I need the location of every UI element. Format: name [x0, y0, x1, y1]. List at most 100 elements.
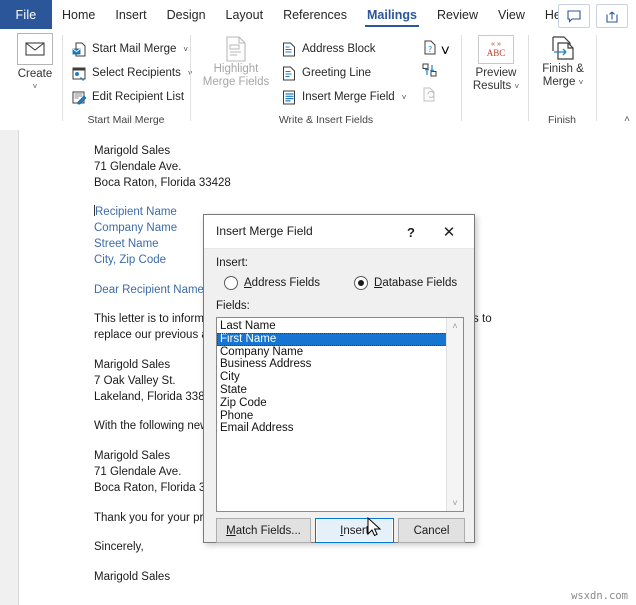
- create-button[interactable]: Create ˅: [8, 33, 62, 91]
- tab-home-label: Home: [62, 7, 96, 22]
- sender-address-block: Marigold Sales 71 Glendale Ave. Boca Rat…: [94, 144, 614, 191]
- envelope-icon: [17, 33, 53, 65]
- edit-recipient-list-button[interactable]: Edit Recipient List: [71, 86, 184, 108]
- group-separator: [596, 35, 597, 121]
- update-labels-icon: [423, 87, 435, 101]
- start-mail-merge-button[interactable]: Start Mail Merge ˅: [71, 38, 188, 60]
- greeting-line-button[interactable]: Greeting Line: [281, 62, 371, 84]
- listbox-scrollbar[interactable]: ˄ ˅: [446, 318, 463, 511]
- chevron-down-icon[interactable]: ˅: [579, 78, 584, 87]
- left-gutter: [0, 130, 19, 605]
- start-mail-merge-label: Start Mail Merge: [92, 43, 177, 55]
- insert-button-rest: nsert: [343, 524, 369, 537]
- comments-button[interactable]: [558, 4, 590, 28]
- list-item[interactable]: Zip Code: [217, 397, 447, 410]
- share-icon: [606, 11, 618, 23]
- radio-circle-icon: [224, 276, 238, 290]
- radio-database-fields[interactable]: DDatabase Fieldsatabase Fields: [354, 276, 457, 290]
- tab-design-label: Design: [166, 7, 206, 22]
- finish-merge-label-1: Finish &: [542, 63, 584, 75]
- list-item[interactable]: Company Name: [217, 346, 447, 359]
- tab-layout-label: Layout: [225, 7, 264, 22]
- list-item-selected[interactable]: First Name: [217, 332, 447, 346]
- tab-view[interactable]: View: [488, 0, 535, 29]
- list-item[interactable]: Phone: [217, 410, 447, 423]
- file-tab-label: File: [15, 7, 37, 22]
- tab-view-label: View: [498, 7, 525, 22]
- preview-results-button[interactable]: « » ABC Preview Results ˅: [468, 35, 524, 93]
- insert-source-radio-group: AAddress Fieldsddress Fields DDatabase F…: [216, 276, 462, 294]
- dialog-title-bar[interactable]: Insert Merge Field ? ✕: [204, 215, 474, 249]
- tab-layout[interactable]: Layout: [216, 0, 274, 29]
- tab-insert-label: Insert: [115, 7, 147, 22]
- tab-review-label: Review: [437, 7, 479, 22]
- edit-recipient-list-icon: [71, 89, 87, 105]
- insert-merge-field-dialog: Insert Merge Field ? ✕ Insert: AAddress …: [203, 214, 475, 543]
- chevron-down-icon[interactable]: ˅: [514, 82, 519, 91]
- chevron-down-icon[interactable]: ˅: [183, 45, 188, 54]
- rules-button[interactable]: ? ˅: [419, 37, 450, 60]
- select-recipients-button[interactable]: Select Recipients ˅: [71, 62, 193, 84]
- preview-results-label-2: Results ˅: [472, 80, 520, 92]
- file-tab[interactable]: File: [0, 0, 52, 29]
- address-block-label: Address Block: [302, 43, 376, 55]
- highlight-merge-fields-label-2: Merge Fields: [202, 76, 270, 88]
- sender-line-3: Boca Raton, Florida 33428: [94, 176, 231, 189]
- fields-section-label: Fields:: [216, 300, 250, 312]
- ribbon-group-create: Create ˅: [0, 29, 62, 130]
- dialog-button-row: Match Fields...Match Fields... InsertIns…: [204, 518, 474, 543]
- tab-mailings[interactable]: Mailings: [357, 0, 427, 29]
- finish-and-merge-icon: [547, 33, 579, 63]
- scroll-up-icon[interactable]: ˄: [447, 318, 463, 334]
- radio-address-fields-label: AAddress Fieldsddress Fields: [244, 277, 321, 289]
- close-button[interactable]: ✕: [438, 222, 460, 242]
- highlight-merge-fields-button[interactable]: Highlight Merge Fields: [201, 35, 271, 89]
- ribbon-group-write-insert-fields: Highlight Merge Fields Address Block Gre…: [191, 29, 461, 130]
- help-button[interactable]: ?: [400, 222, 422, 242]
- radio-address-fields[interactable]: AAddress Fieldsddress Fields: [224, 276, 320, 290]
- insert-section-label: Insert:: [216, 257, 248, 269]
- preview-results-label-1: Preview: [475, 67, 517, 79]
- tab-references[interactable]: References: [273, 0, 357, 29]
- tab-review[interactable]: Review: [427, 0, 488, 29]
- watermark: wsxdn.com: [571, 590, 628, 602]
- match-fields-ribbon-button[interactable]: [419, 60, 441, 80]
- start-mail-merge-icon: [71, 41, 87, 57]
- chevron-down-icon[interactable]: ˅: [402, 93, 407, 102]
- preview-abc-text: ABC: [486, 48, 506, 58]
- list-item[interactable]: Email Address: [217, 422, 447, 435]
- create-dropdown-caret[interactable]: ˅: [33, 82, 38, 91]
- window-actions: [558, 4, 628, 28]
- fields-listbox[interactable]: Last Name First Name Company Name Busine…: [216, 317, 464, 512]
- list-item[interactable]: City: [217, 371, 447, 384]
- sender-line-1: Marigold Sales: [94, 145, 171, 157]
- address-block-button[interactable]: Address Block: [281, 38, 376, 60]
- preview-results-abc-icon: « » ABC: [478, 35, 514, 64]
- list-item[interactable]: State: [217, 384, 447, 397]
- share-button[interactable]: [596, 4, 628, 28]
- ribbon-group-start-mail-merge: Start Mail Merge ˅ Select Recipients ˅: [63, 29, 193, 130]
- highlight-merge-fields-label-1: Highlight: [213, 63, 259, 75]
- insert-button[interactable]: InsertInsert: [315, 518, 394, 543]
- list-item[interactable]: Business Address: [217, 358, 447, 371]
- scroll-down-icon[interactable]: ˅: [447, 495, 463, 511]
- create-button-label: Create: [17, 68, 53, 80]
- fields-list: Last Name First Name Company Name Busine…: [217, 318, 447, 511]
- insert-merge-field-button[interactable]: Insert Merge Field ˅: [281, 86, 406, 108]
- match-fields-button[interactable]: Match Fields...Match Fields...: [216, 518, 311, 543]
- cancel-button[interactable]: Cancel: [398, 518, 465, 543]
- address-block-icon: [281, 41, 297, 57]
- finish-and-merge-button[interactable]: Finish & Merge ˅: [535, 33, 591, 89]
- tab-insert[interactable]: Insert: [105, 0, 156, 29]
- signature-block: Marigold Sales: [94, 570, 614, 586]
- match-fields-icon: [422, 63, 437, 76]
- group-label-start-mail-merge: Start Mail Merge: [87, 114, 165, 126]
- tab-home[interactable]: Home: [52, 0, 105, 29]
- list-item[interactable]: Last Name: [217, 320, 447, 333]
- svg-text:?: ?: [428, 45, 432, 54]
- collapse-ribbon-button[interactable]: ˄: [624, 114, 630, 125]
- chevron-down-icon[interactable]: ˅: [441, 43, 450, 61]
- signature-line: Marigold Sales: [94, 571, 171, 584]
- tab-design[interactable]: Design: [157, 0, 216, 29]
- ribbon-tab-bar: File Home Insert Design Layout Reference…: [0, 0, 636, 30]
